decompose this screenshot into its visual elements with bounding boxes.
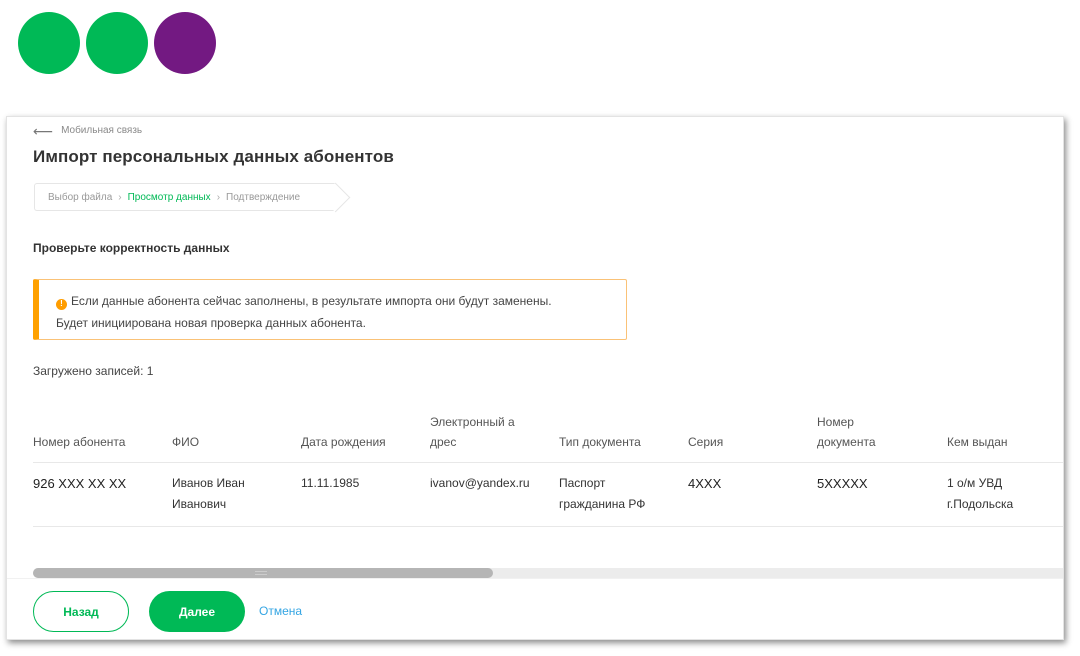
page-title: Импорт персональных данных абонентов: [33, 147, 394, 166]
step-preview-data[interactable]: Просмотр данных: [128, 192, 211, 203]
import-window: ⟵ Мобильная связь Импорт персональных да…: [6, 116, 1064, 640]
cell-doc-type: Паспорт гражданина РФ: [559, 476, 646, 511]
header-email: Электронный адрес: [430, 415, 515, 449]
header-phone: Номер абонента: [33, 435, 126, 449]
step-confirmation[interactable]: Подтверждение: [226, 192, 300, 203]
cell-phone: 926 XXX XX XX: [33, 476, 127, 491]
alert-line-2: Будет инициирована новая проверка данных…: [56, 316, 366, 330]
logo-dot-3: [154, 12, 216, 74]
alert-line-1: Если данные абонента сейчас заполнены, в…: [71, 294, 552, 308]
header-series: Серия: [688, 435, 724, 449]
cancel-link[interactable]: Отмена: [259, 604, 302, 618]
data-table: Номер абонента ФИО Дата рождения Электро…: [33, 409, 1063, 527]
back-link[interactable]: ⟵ Мобильная связь: [33, 122, 143, 139]
warning-icon: !: [56, 298, 67, 310]
header-doc-type: Тип документа: [559, 435, 641, 449]
header-doc-number: Номер документа: [817, 415, 876, 449]
table-header: Номер абонента ФИО Дата рождения Электро…: [33, 409, 1063, 463]
logo-dot-1: [18, 12, 80, 74]
chevron-right-icon: ›: [118, 191, 122, 203]
header-birthdate: Дата рождения: [301, 435, 386, 449]
logo-dot-2: [86, 12, 148, 74]
scrollbar-thumb[interactable]: [33, 568, 493, 578]
records-count: Загружено записей: 1: [33, 364, 154, 378]
warning-alert: ! Если данные абонента сейчас заполнены, …: [33, 279, 627, 340]
cell-doc-number: 5XXXXX: [817, 476, 868, 491]
next-button[interactable]: Далее: [149, 591, 245, 632]
back-button[interactable]: Назад: [33, 591, 129, 632]
header-issued-by: Кем выдан: [947, 435, 1008, 449]
cell-fullname: Иванов Иван Иванович: [172, 476, 245, 511]
back-link-label: Мобильная связь: [61, 125, 143, 136]
footer-actions: Назад Далее Отмена: [7, 578, 1063, 639]
chevron-right-icon: ›: [216, 191, 221, 203]
table-row[interactable]: 926 XXX XX XX Иванов Иван Иванович 11.11…: [33, 463, 1063, 527]
horizontal-scrollbar[interactable]: [33, 568, 1063, 578]
step-select-file[interactable]: Выбор файла: [48, 192, 112, 203]
cell-birthdate: 11.11.1985: [301, 476, 360, 490]
arrow-left-icon: ⟵: [33, 122, 54, 139]
cell-email: ivanov@yandex.ru: [430, 476, 530, 490]
cell-series: 4XXX: [688, 476, 722, 491]
section-title: Проверьте корректность данных: [33, 241, 230, 255]
cell-issued-by: 1 о/м УВД г.Подольска: [947, 476, 1014, 511]
header-fullname: ФИО: [172, 435, 200, 449]
grip-icon: [255, 571, 267, 575]
brand-logo: [18, 12, 216, 74]
stepper: Выбор файла › Просмотр данных › Подтверж…: [34, 183, 336, 211]
